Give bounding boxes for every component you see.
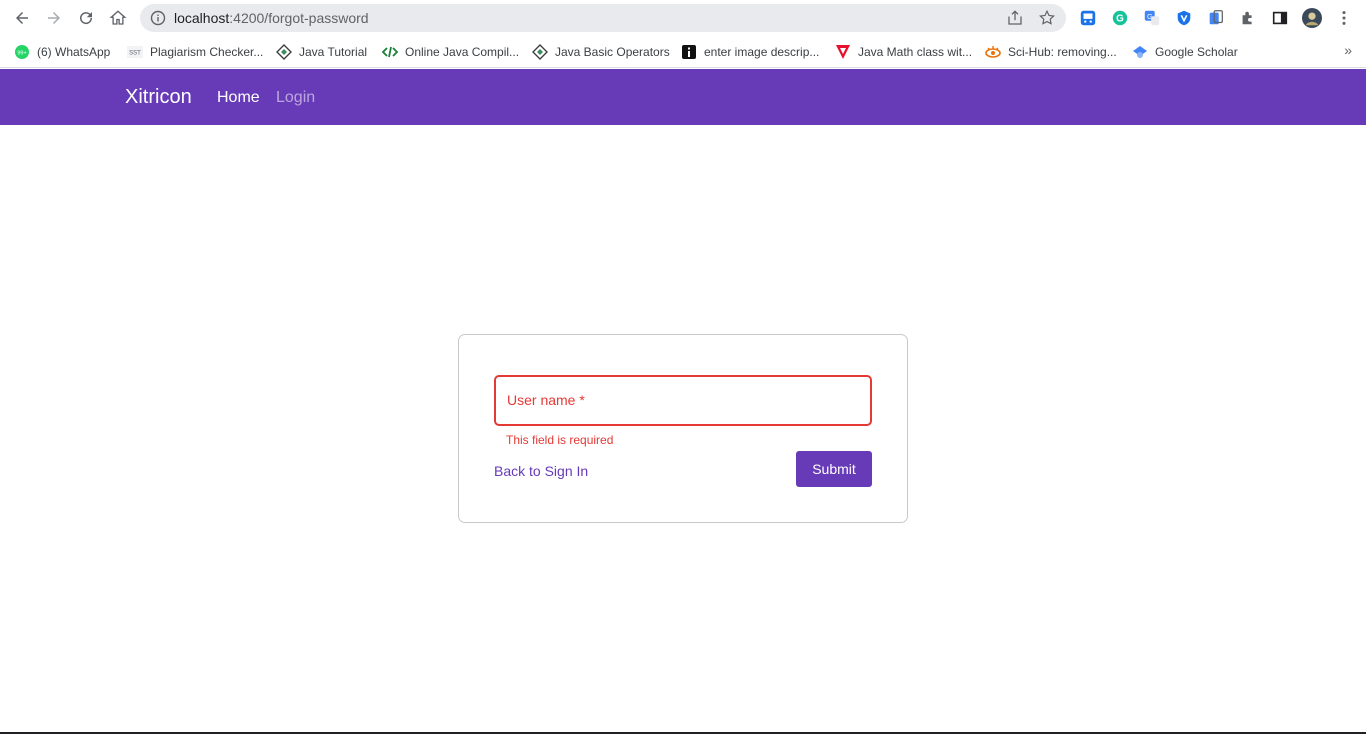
bookmark-label: Java Tutorial	[299, 45, 368, 59]
chevron-double-right-icon[interactable]: »	[1344, 42, 1352, 58]
profile-avatar[interactable]	[1302, 8, 1322, 28]
grammarly-icon[interactable]: G	[1110, 8, 1130, 28]
bookmark-label: Plagiarism Checker...	[150, 45, 264, 59]
submit-button[interactable]: Submit	[796, 451, 872, 487]
reload-icon[interactable]	[74, 6, 98, 30]
sst-badge: SST	[129, 51, 141, 57]
bookmark-plagiarism-checker[interactable]: SST Plagiarism Checker...	[127, 42, 263, 62]
info-icon	[681, 44, 697, 60]
home-icon[interactable]	[106, 6, 130, 30]
username-error-message: This field is required	[506, 433, 614, 447]
forgot-password-card: User name * This field is required Back …	[458, 334, 908, 523]
bookmark-java-basic-operators[interactable]: Java Basic Operators	[532, 42, 670, 62]
bookmark-sci-hub[interactable]: Sci-Hub: removing...	[985, 42, 1117, 62]
username-field[interactable]: User name *	[494, 375, 872, 426]
document-extension-icon[interactable]	[1206, 8, 1226, 28]
extension-bus-icon[interactable]	[1078, 8, 1098, 28]
side-panel-icon[interactable]	[1270, 8, 1290, 28]
bookmark-label: Sci-Hub: removing...	[1008, 45, 1117, 59]
bookmark-online-java-compiler[interactable]: Online Java Compil...	[382, 42, 519, 62]
shield-extension-icon[interactable]	[1174, 8, 1194, 28]
username-label: User name *	[507, 392, 585, 408]
whatsapp-icon: 99+	[14, 44, 30, 60]
star-bookmark-icon[interactable]	[1038, 9, 1056, 27]
browser-toolbar: localhost:4200/forgot-password G G	[0, 0, 1366, 36]
bookmark-label: Google Scholar	[1155, 45, 1238, 59]
scihub-icon	[985, 44, 1001, 60]
bookmark-whatsapp[interactable]: 99+ (6) WhatsApp	[14, 42, 110, 62]
nav-link-login[interactable]: Login	[276, 89, 315, 107]
app-navbar: Xitricon Home Login	[0, 69, 1366, 125]
url-text[interactable]: localhost:4200/forgot-password	[174, 10, 369, 26]
bookmark-java-math-class[interactable]: Java Math class wit...	[835, 42, 972, 62]
bookmark-google-scholar[interactable]: Google Scholar	[1132, 42, 1238, 62]
puzzle-extensions-icon[interactable]	[1238, 8, 1258, 28]
brand-logo-text[interactable]: Xitricon	[125, 86, 192, 109]
nav-link-home[interactable]: Home	[217, 89, 260, 107]
bookmark-label: enter image descrip...	[704, 45, 820, 59]
bookmark-label: Java Basic Operators	[555, 45, 670, 59]
sst-icon: SST	[127, 44, 143, 60]
translate-icon[interactable]: G	[1142, 8, 1162, 28]
url-path: :4200/forgot-password	[229, 10, 369, 26]
bookmarks-bar: 99+ (6) WhatsApp SST Plagiarism Checker.…	[0, 36, 1366, 68]
diamond-icon	[532, 44, 548, 60]
back-arrow-icon[interactable]	[10, 6, 34, 30]
menu-kebab-icon[interactable]	[1334, 8, 1354, 28]
forward-arrow-icon[interactable]	[42, 6, 66, 30]
v-icon	[835, 44, 851, 60]
share-icon[interactable]	[1006, 9, 1024, 27]
code-icon	[382, 44, 398, 60]
bookmark-label: Online Java Compil...	[405, 45, 520, 59]
diamond-icon	[276, 44, 292, 60]
bookmark-java-tutorial[interactable]: Java Tutorial	[276, 42, 367, 62]
address-bar[interactable]: localhost:4200/forgot-password	[140, 4, 1066, 32]
site-info-icon[interactable]	[150, 10, 166, 26]
whatsapp-badge: 99+	[17, 51, 26, 57]
url-host: localhost	[174, 10, 230, 26]
bookmark-label: (6) WhatsApp	[37, 45, 111, 59]
bookmark-label: Java Math class wit...	[858, 45, 973, 59]
back-to-sign-in-link[interactable]: Back to Sign In	[494, 463, 588, 479]
scholar-icon	[1132, 44, 1148, 60]
bookmark-enter-image-description[interactable]: enter image descrip...	[681, 42, 819, 62]
svg-text:G: G	[1116, 14, 1124, 25]
